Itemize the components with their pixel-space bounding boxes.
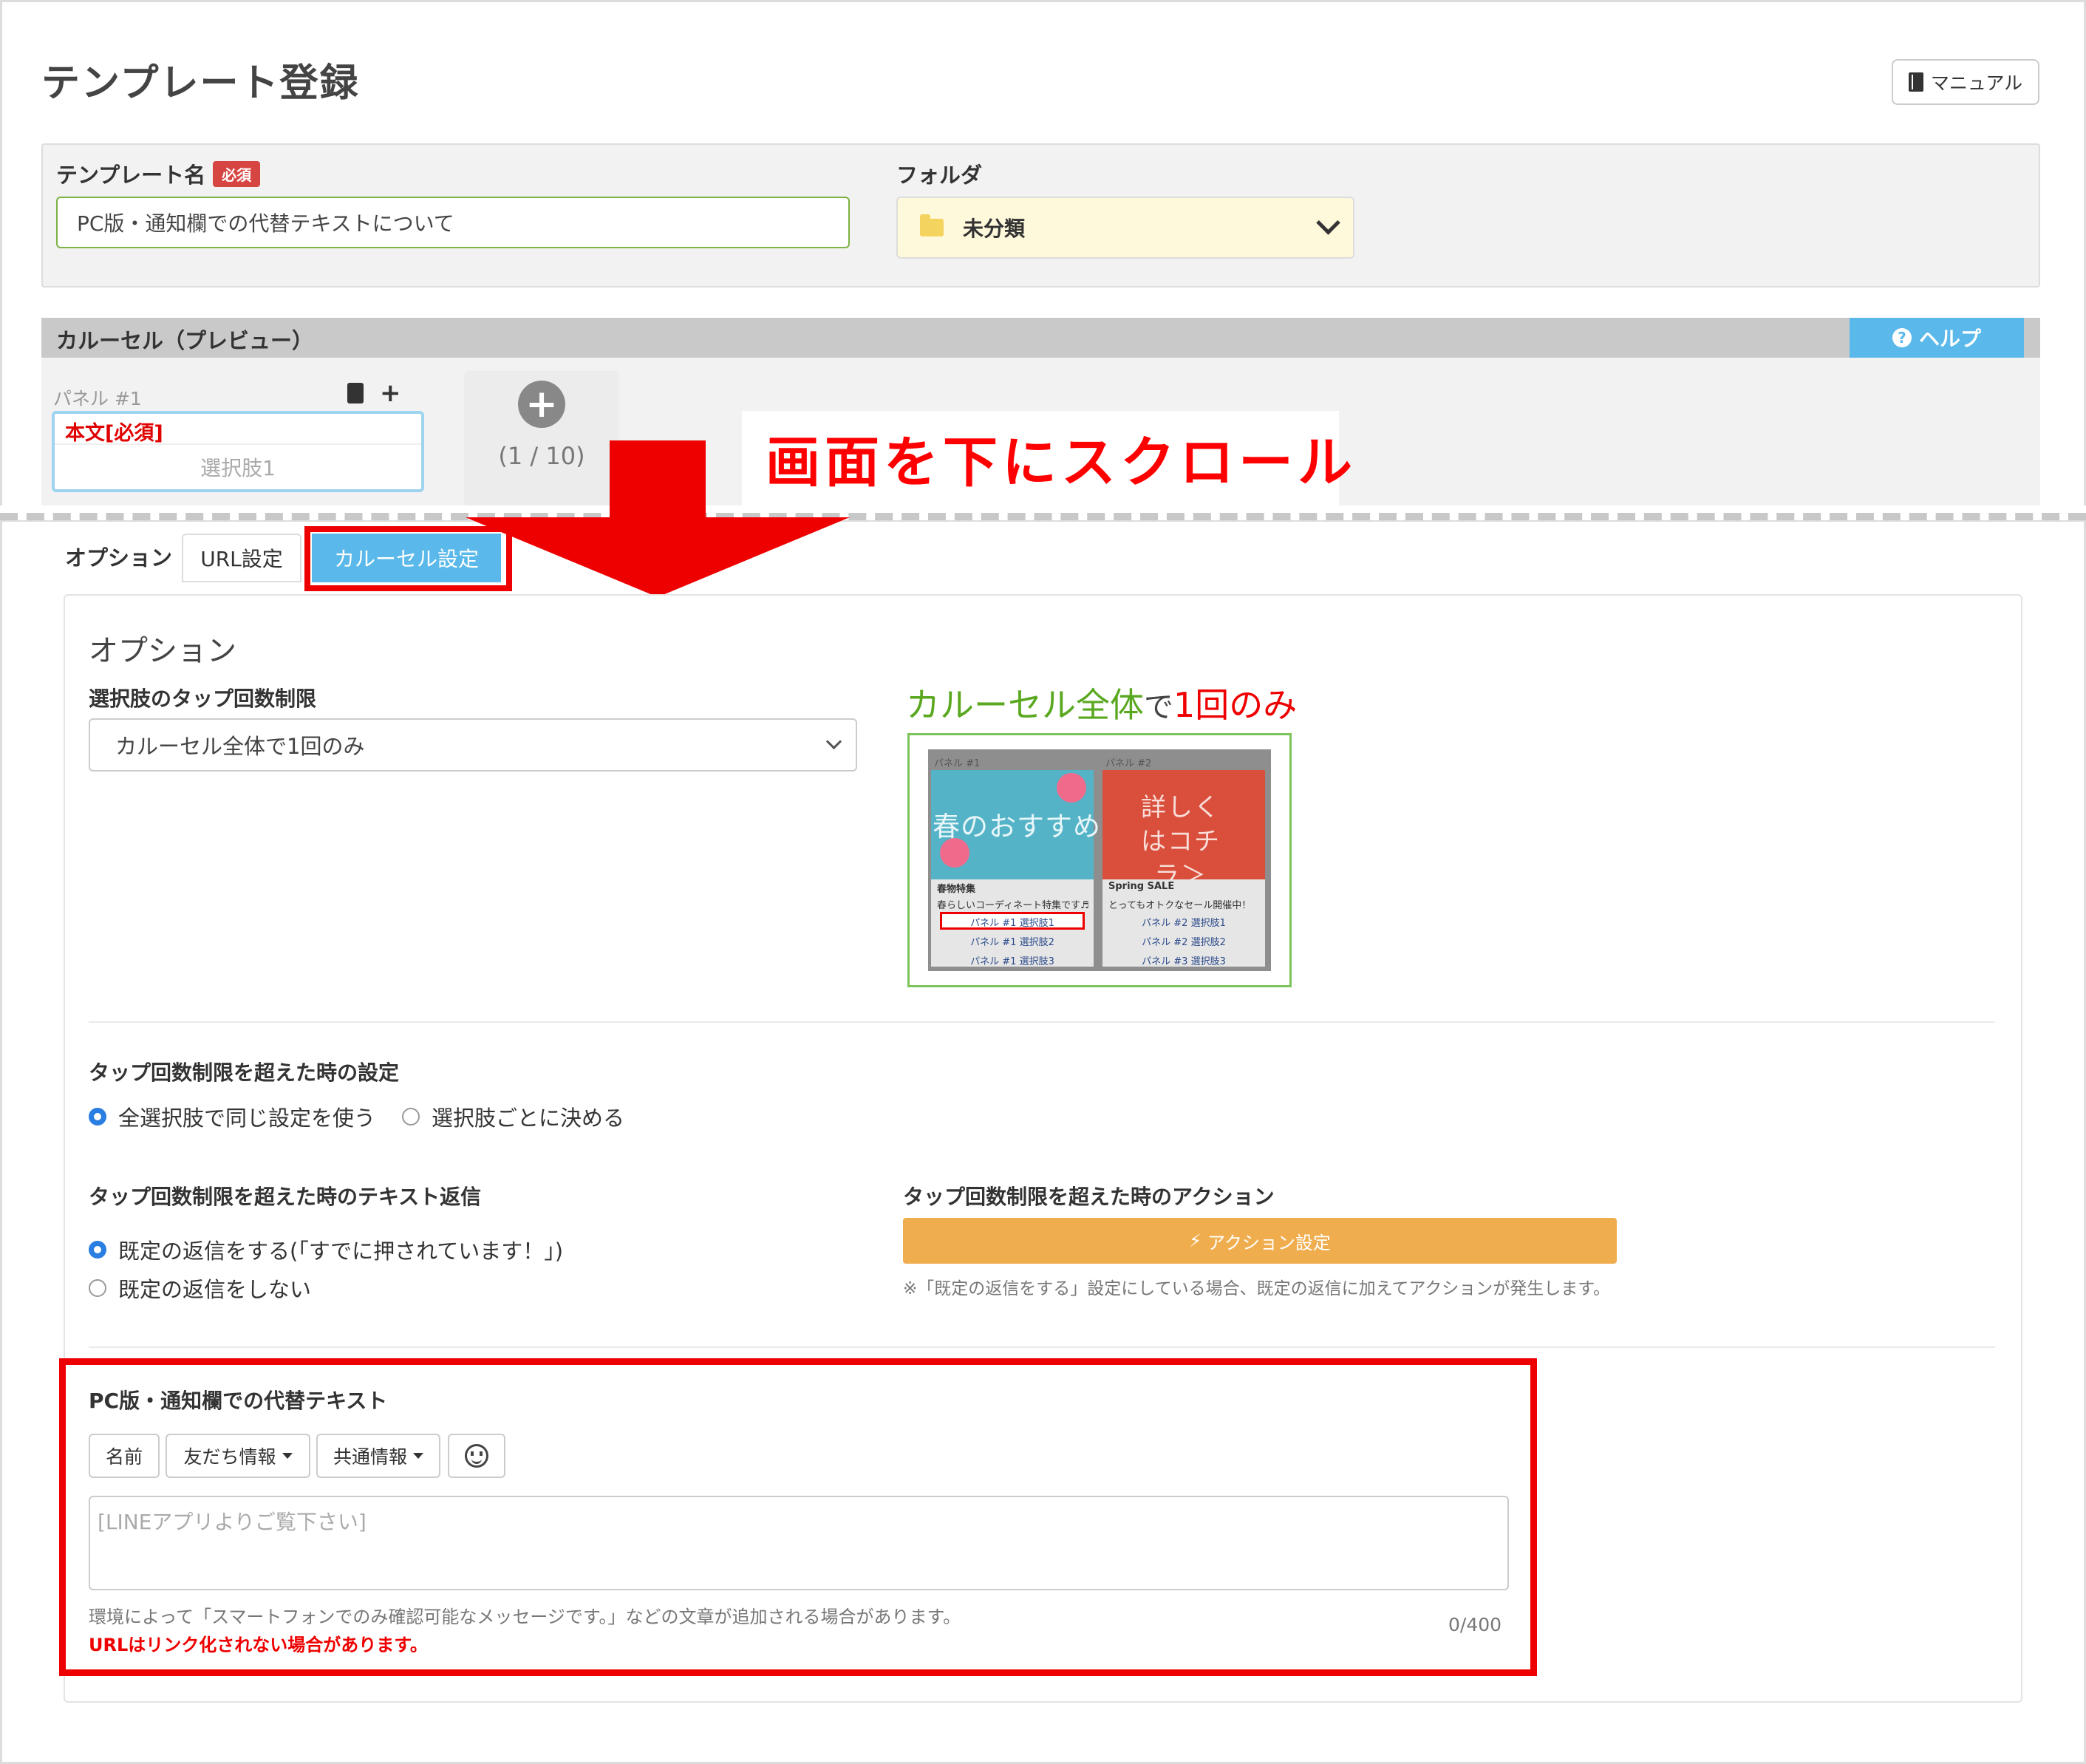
flower-icon: [1057, 773, 1086, 803]
demo-panel2-choice2: パネル #2 選択肢2: [1142, 937, 1226, 948]
section-divider: [89, 1021, 1995, 1023]
caret-down-icon: [413, 1453, 423, 1459]
folder-icon: [920, 214, 944, 236]
text-reply-radio-default[interactable]: 既定の返信をする(｢すでに押されています！｣): [89, 1234, 563, 1265]
over-limit-radio-each[interactable]: 選択肢ごとに決める: [402, 1101, 624, 1132]
folder-select[interactable]: 未分類: [896, 197, 1354, 259]
radio-empty-icon[interactable]: [402, 1108, 420, 1126]
carousel-title: カルーセル（プレビュー）: [56, 328, 314, 353]
text-reply-label: タップ回数制限を超えた時のテキスト返信: [89, 1185, 482, 1209]
help-button[interactable]: ? ヘルプ: [1850, 318, 2024, 358]
alt-text-note: 環境によって「スマートフォンでのみ確認可能なメッセージです。」などの文章が追加さ…: [89, 1607, 961, 1627]
caret-down-icon: [282, 1453, 293, 1459]
chevron-down-icon: [825, 733, 842, 750]
demo-panel2-image-text: 詳しくはコチラ＞: [1141, 793, 1221, 890]
text-reply-radio-none-label: 既定の返信をしない: [118, 1277, 312, 1302]
demo-panel1-choice3: パネル #1 選択肢3: [970, 956, 1054, 967]
action-label: タップ回数制限を超えた時のアクション: [903, 1185, 1275, 1209]
action-note: ※「既定の返信をする」設定にしている場合、既定の返信に加えてアクションが発生しま…: [903, 1279, 1610, 1298]
demo-toolbar: パネル #1 パネル #2: [931, 755, 1268, 769]
help-label: ヘルプ: [1918, 327, 1981, 351]
panel-divider: [55, 443, 421, 445]
over-limit-radio-each-label: 選択肢ごとに決める: [432, 1106, 625, 1131]
radio-selected-icon[interactable]: [89, 1241, 106, 1259]
demo-panel1-choice2: パネル #1 選択肢2: [970, 937, 1054, 948]
paste-icon[interactable]: [347, 383, 364, 403]
emoji-button[interactable]: [448, 1434, 505, 1478]
demo-title-part3: 1回のみ: [1173, 685, 1298, 725]
insert-name-label: 名前: [105, 1446, 143, 1468]
panel-body-text: 本文[必須]: [65, 422, 163, 445]
template-name-label: テンプレート名 必須: [56, 158, 261, 189]
panel-tools: +: [347, 378, 401, 408]
options-tabs-label: オプション: [65, 545, 173, 571]
tab-url-settings[interactable]: URL設定: [182, 534, 301, 582]
alt-text-warning: URLはリンク化されない場合があります。: [89, 1635, 428, 1655]
demo-panel1-image-text: 春のおすすめ: [933, 811, 1101, 842]
friend-info-label: 友だち情報: [183, 1446, 276, 1468]
alt-text-textarea[interactable]: [LINEアプリよりご覧下さい]: [89, 1496, 1509, 1590]
common-info-dropdown[interactable]: 共通情報: [316, 1434, 440, 1478]
plus-icon[interactable]: +: [380, 378, 401, 408]
demo-panel1-title: 春物特集: [937, 884, 976, 895]
common-info-label: 共通情報: [333, 1446, 407, 1468]
page-title: テンプレート登録: [41, 61, 360, 106]
tap-limit-value: カルーセル全体で1回のみ: [115, 734, 365, 759]
demo-title-part2: で: [1144, 690, 1173, 724]
tab-highlight-box: [304, 526, 512, 591]
section-divider: [89, 1346, 1995, 1348]
template-name-input[interactable]: PC版・通知欄での代替テキストについて: [56, 197, 850, 248]
scroll-annotation: 画面を下にスクロール: [766, 431, 1357, 494]
book-icon: [1908, 72, 1923, 92]
folder-value: 未分類: [963, 217, 1026, 241]
lightning-icon: ⚡: [1189, 1230, 1202, 1251]
down-arrow-icon: [466, 517, 850, 597]
demo-title-part1: カルーセル全体: [906, 685, 1144, 725]
radio-empty-icon[interactable]: [89, 1279, 106, 1297]
action-button-label: アクション設定: [1207, 1232, 1331, 1253]
over-limit-radio-same[interactable]: 全選択肢で同じ設定を使う: [89, 1101, 375, 1132]
tap-limit-label: 選択肢のタップ回数制限: [89, 687, 317, 711]
friend-info-dropdown[interactable]: 友だち情報: [166, 1434, 310, 1478]
down-arrow-shaft: [610, 440, 706, 529]
tap-limit-select[interactable]: カルーセル全体で1回のみ: [89, 718, 857, 772]
over-limit-label: タップ回数制限を超えた時の設定: [89, 1060, 400, 1085]
question-icon: ?: [1892, 328, 1912, 347]
demo-panel1-text: 春らしいコーディネート特集です♬: [937, 900, 1089, 911]
smile-icon: [465, 1444, 488, 1468]
template-name-label-text: テンプレート名: [56, 163, 206, 188]
demo-panel2-choice1: パネル #2 選択肢1: [1142, 918, 1226, 929]
carousel-header: [41, 318, 2040, 358]
demo-title: カルーセル全体で1回のみ: [906, 678, 1297, 727]
panel-count: (1 / 10): [498, 442, 585, 470]
required-badge: 必須: [213, 161, 261, 187]
radio-selected-icon[interactable]: [89, 1108, 106, 1126]
alt-text-label: PC版・通知欄での代替テキスト: [89, 1389, 388, 1413]
panel-choice[interactable]: 選択肢1: [55, 452, 421, 482]
text-reply-radio-default-label: 既定の返信をする(｢すでに押されています！｣): [118, 1239, 564, 1264]
manual-label: マニュアル: [1930, 72, 2023, 94]
options-heading: オプション: [89, 634, 236, 668]
over-limit-radio-same-label: 全選択肢で同じ設定を使う: [118, 1106, 376, 1131]
panel-label: パネル #1: [53, 388, 142, 409]
demo-panel1-choice1: パネル #1 選択肢1: [970, 918, 1054, 929]
text-reply-radio-none[interactable]: 既定の返信をしない: [89, 1273, 311, 1304]
demo-panel2-title: Spring SALE: [1108, 881, 1175, 892]
demo-panel1-bar: パネル #1: [934, 758, 981, 769]
insert-name-button[interactable]: 名前: [89, 1434, 160, 1478]
demo-panel2-bar: パネル #2: [1105, 758, 1152, 769]
cut-line-bottom: [0, 520, 2086, 522]
alt-text-char-count: 0/400: [1448, 1614, 1502, 1635]
manual-button[interactable]: マニュアル: [1892, 59, 2039, 105]
demo-panel2-choice3: パネル #3 選択肢3: [1142, 956, 1226, 967]
action-settings-button[interactable]: ⚡ アクション設定: [903, 1218, 1617, 1264]
folder-label: フォルダ: [896, 163, 983, 188]
chevron-down-icon: [1316, 211, 1340, 235]
demo-panel2-text: とってもオトクなセール開催中！: [1108, 900, 1252, 911]
add-circle-icon[interactable]: +: [518, 381, 565, 428]
